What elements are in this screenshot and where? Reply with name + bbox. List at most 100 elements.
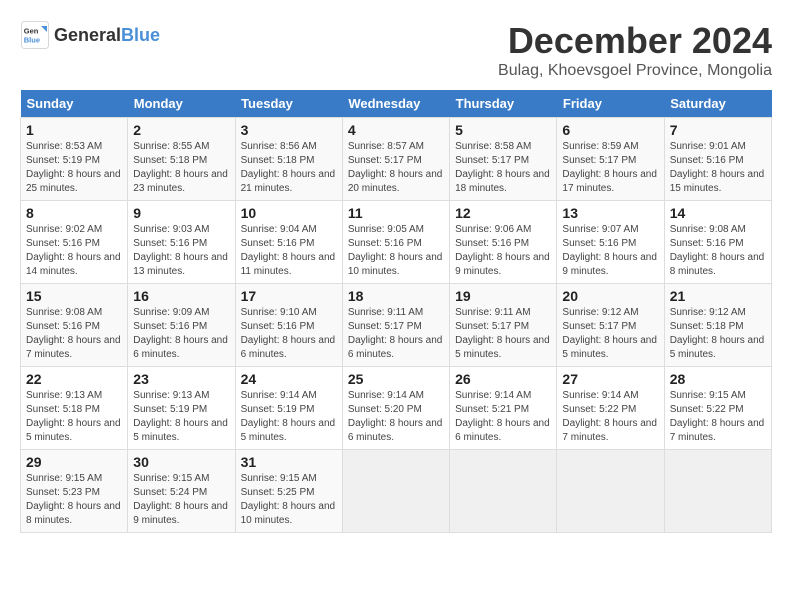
day-info: Sunrise: 9:14 AMSunset: 5:22 PMDaylight:… [562, 389, 658, 445]
day-info: Sunrise: 9:11 AMSunset: 5:17 PMDaylight:… [348, 306, 444, 362]
calendar-cell: 19 Sunrise: 9:11 AMSunset: 5:17 PMDayligh… [450, 284, 557, 367]
logo: Gen Blue GeneralBlue [20, 20, 160, 50]
col-header-monday: Monday [128, 90, 235, 118]
day-number: 15 [26, 288, 122, 304]
day-number: 7 [670, 122, 766, 138]
day-number: 5 [455, 122, 551, 138]
day-info: Sunrise: 9:15 AMSunset: 5:24 PMDaylight:… [133, 472, 229, 528]
day-number: 18 [348, 288, 444, 304]
calendar-cell: 30 Sunrise: 9:15 AMSunset: 5:24 PMDayligh… [128, 450, 235, 533]
day-number: 30 [133, 454, 229, 470]
day-info: Sunrise: 9:15 AMSunset: 5:22 PMDaylight:… [670, 389, 766, 445]
header-row: SundayMondayTuesdayWednesdayThursdayFrid… [21, 90, 772, 118]
calendar-cell: 7Sunrise: 9:01 AMSunset: 5:16 PMDaylight… [664, 118, 771, 201]
day-info: Sunrise: 9:13 AMSunset: 5:19 PMDaylight:… [133, 389, 229, 445]
svg-text:Blue: Blue [24, 36, 40, 45]
day-info: Sunrise: 9:10 AMSunset: 5:16 PMDaylight:… [241, 306, 337, 362]
day-info: Sunrise: 8:59 AMSunset: 5:17 PMDaylight:… [562, 140, 658, 196]
day-number: 10 [241, 205, 337, 221]
day-number: 20 [562, 288, 658, 304]
week-row-4: 22 Sunrise: 9:13 AMSunset: 5:18 PMDayligh… [21, 367, 772, 450]
day-info: Sunrise: 9:08 AMSunset: 5:16 PMDaylight:… [670, 223, 766, 279]
day-number: 25 [348, 371, 444, 387]
calendar-cell [342, 450, 449, 533]
calendar-cell: 20 Sunrise: 9:12 AMSunset: 5:17 PMDayligh… [557, 284, 664, 367]
day-info: Sunrise: 9:15 AMSunset: 5:23 PMDaylight:… [26, 472, 122, 528]
calendar-cell: 27Sunrise: 9:14 AMSunset: 5:22 PMDayligh… [557, 367, 664, 450]
day-info: Sunrise: 9:15 AMSunset: 5:25 PMDaylight:… [241, 472, 337, 528]
col-header-friday: Friday [557, 90, 664, 118]
day-number: 19 [455, 288, 551, 304]
col-header-thursday: Thursday [450, 90, 557, 118]
calendar-cell: 17 Sunrise: 9:10 AMSunset: 5:16 PMDayligh… [235, 284, 342, 367]
calendar-cell: 8 Sunrise: 9:02 AMSunset: 5:16 PMDaylight… [21, 201, 128, 284]
calendar-cell: 5 Sunrise: 8:58 AMSunset: 5:17 PMDaylight… [450, 118, 557, 201]
calendar-cell: 11Sunrise: 9:05 AMSunset: 5:16 PMDayligh… [342, 201, 449, 284]
day-info: Sunrise: 9:06 AMSunset: 5:16 PMDaylight:… [455, 223, 551, 279]
logo-icon: Gen Blue [20, 20, 50, 50]
day-number: 4 [348, 122, 444, 138]
day-number: 2 [133, 122, 229, 138]
day-number: 8 [26, 205, 122, 221]
day-info: Sunrise: 8:57 AMSunset: 5:17 PMDaylight:… [348, 140, 444, 196]
calendar-cell: 15 Sunrise: 9:08 AMSunset: 5:16 PMDayligh… [21, 284, 128, 367]
day-number: 1 [26, 122, 122, 138]
day-number: 31 [241, 454, 337, 470]
day-info: Sunrise: 8:58 AMSunset: 5:17 PMDaylight:… [455, 140, 551, 196]
day-number: 13 [562, 205, 658, 221]
day-number: 16 [133, 288, 229, 304]
day-info: Sunrise: 9:08 AMSunset: 5:16 PMDaylight:… [26, 306, 122, 362]
day-info: Sunrise: 9:12 AMSunset: 5:18 PMDaylight:… [670, 306, 766, 362]
day-number: 28 [670, 371, 766, 387]
calendar-cell: 2 Sunrise: 8:55 AMSunset: 5:18 PMDaylight… [128, 118, 235, 201]
header: Gen Blue GeneralBlue December 2024 Bulag… [20, 20, 772, 80]
day-number: 11 [348, 205, 444, 221]
day-info: Sunrise: 8:56 AMSunset: 5:18 PMDaylight:… [241, 140, 337, 196]
day-number: 14 [670, 205, 766, 221]
day-info: Sunrise: 9:12 AMSunset: 5:17 PMDaylight:… [562, 306, 658, 362]
calendar-cell: 22 Sunrise: 9:13 AMSunset: 5:18 PMDayligh… [21, 367, 128, 450]
col-header-sunday: Sunday [21, 90, 128, 118]
day-number: 29 [26, 454, 122, 470]
col-header-saturday: Saturday [664, 90, 771, 118]
day-number: 24 [241, 371, 337, 387]
day-info: Sunrise: 9:14 AMSunset: 5:19 PMDaylight:… [241, 389, 337, 445]
day-info: Sunrise: 9:14 AMSunset: 5:21 PMDaylight:… [455, 389, 551, 445]
day-info: Sunrise: 9:03 AMSunset: 5:16 PMDaylight:… [133, 223, 229, 279]
calendar-cell: 24 Sunrise: 9:14 AMSunset: 5:19 PMDayligh… [235, 367, 342, 450]
calendar-cell [450, 450, 557, 533]
week-row-1: 1 Sunrise: 8:53 AMSunset: 5:19 PMDaylight… [21, 118, 772, 201]
day-info: Sunrise: 9:13 AMSunset: 5:18 PMDaylight:… [26, 389, 122, 445]
day-number: 17 [241, 288, 337, 304]
day-info: Sunrise: 9:02 AMSunset: 5:16 PMDaylight:… [26, 223, 122, 279]
col-header-tuesday: Tuesday [235, 90, 342, 118]
day-info: Sunrise: 9:07 AMSunset: 5:16 PMDaylight:… [562, 223, 658, 279]
calendar-cell: 10Sunrise: 9:04 AMSunset: 5:16 PMDayligh… [235, 201, 342, 284]
calendar-table: SundayMondayTuesdayWednesdayThursdayFrid… [20, 90, 772, 533]
day-number: 26 [455, 371, 551, 387]
calendar-cell: 18 Sunrise: 9:11 AMSunset: 5:17 PMDayligh… [342, 284, 449, 367]
calendar-cell [664, 450, 771, 533]
calendar-cell: 4 Sunrise: 8:57 AMSunset: 5:17 PMDaylight… [342, 118, 449, 201]
calendar-cell [557, 450, 664, 533]
subtitle: Bulag, Khoevsgoel Province, Mongolia [498, 62, 772, 80]
calendar-cell: 12Sunrise: 9:06 AMSunset: 5:16 PMDayligh… [450, 201, 557, 284]
day-number: 23 [133, 371, 229, 387]
day-info: Sunrise: 8:53 AMSunset: 5:19 PMDaylight:… [26, 140, 122, 196]
calendar-cell: 3Sunrise: 8:56 AMSunset: 5:18 PMDaylight… [235, 118, 342, 201]
day-number: 22 [26, 371, 122, 387]
calendar-cell: 23 Sunrise: 9:13 AMSunset: 5:19 PMDayligh… [128, 367, 235, 450]
day-info: Sunrise: 9:14 AMSunset: 5:20 PMDaylight:… [348, 389, 444, 445]
day-info: Sunrise: 9:11 AMSunset: 5:17 PMDaylight:… [455, 306, 551, 362]
logo-text: GeneralBlue [54, 25, 160, 46]
calendar-cell: 1 Sunrise: 8:53 AMSunset: 5:19 PMDaylight… [21, 118, 128, 201]
day-info: Sunrise: 8:55 AMSunset: 5:18 PMDaylight:… [133, 140, 229, 196]
col-header-wednesday: Wednesday [342, 90, 449, 118]
calendar-cell: 6Sunrise: 8:59 AMSunset: 5:17 PMDaylight… [557, 118, 664, 201]
calendar-cell: 14 Sunrise: 9:08 AMSunset: 5:16 PMDayligh… [664, 201, 771, 284]
svg-text:Gen: Gen [24, 27, 39, 36]
calendar-cell: 25 Sunrise: 9:14 AMSunset: 5:20 PMDayligh… [342, 367, 449, 450]
week-row-5: 29 Sunrise: 9:15 AMSunset: 5:23 PMDayligh… [21, 450, 772, 533]
calendar-cell: 21Sunrise: 9:12 AMSunset: 5:18 PMDayligh… [664, 284, 771, 367]
calendar-cell: 31 Sunrise: 9:15 AMSunset: 5:25 PMDayligh… [235, 450, 342, 533]
